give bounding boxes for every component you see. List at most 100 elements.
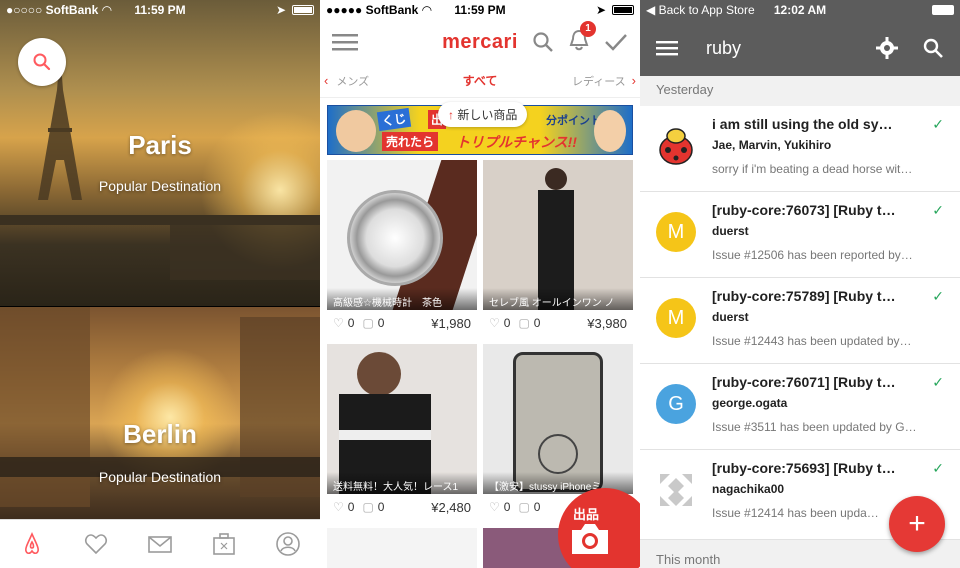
section-header: Yesterday xyxy=(640,76,960,106)
comment-count: 0 xyxy=(533,500,541,514)
like-count: 0 xyxy=(347,316,355,330)
banner-person-image xyxy=(594,110,626,152)
new-items-label: 新しい商品 xyxy=(457,108,518,122)
profile-icon[interactable] xyxy=(275,531,301,557)
mail-sender: george.ogata xyxy=(712,396,788,410)
mail-subject: [ruby-core:75693] [Ruby t… xyxy=(712,460,896,476)
listing-card[interactable]: 高級感☆機械時計 茶色 ♡ 0 ▢ 0 ¥1,980 xyxy=(327,160,477,336)
listing-card[interactable]: 送料無料！大人気！レース1 ♡ 0 ▢ 0 ¥2,480 xyxy=(327,344,477,520)
mail-subject: i am still using the old sy… xyxy=(712,116,893,132)
destination-title: Paris xyxy=(128,130,192,160)
search-icon[interactable] xyxy=(532,31,554,53)
done-check-icon[interactable]: ✓ xyxy=(932,460,944,477)
comment-icon[interactable]: ▢ xyxy=(362,316,373,330)
mail-sender: nagachika00 xyxy=(712,482,785,496)
listing-meta: ♡ 0 ▢ 0 ¥3,980 xyxy=(483,310,633,336)
listing-image: 送料無料！大人気！レース1 xyxy=(327,344,477,494)
heart-icon[interactable]: ♡ xyxy=(333,500,344,514)
status-time: 11:59 PM xyxy=(134,3,186,17)
mail-sender: duerst xyxy=(712,224,749,238)
tab-bar xyxy=(0,519,320,568)
category-tabs: ‹ メンズ すべて レディース › xyxy=(320,64,640,98)
comment-icon[interactable]: ▢ xyxy=(518,316,529,330)
like-count: 0 xyxy=(347,500,355,514)
listing-price: ¥3,980 xyxy=(587,315,627,331)
mail-snippet: Issue #3511 has been updated by G… xyxy=(712,420,917,434)
mail-item[interactable]: i am still using the old sy… Jae, Marvin… xyxy=(640,106,960,192)
mail-item[interactable]: M [ruby-core:76073] [Ruby t… duerst Issu… xyxy=(640,192,960,278)
mail-snippet: sorry if i'm beating a dead horse wit… xyxy=(712,162,913,176)
heart-icon[interactable]: ♡ xyxy=(489,500,500,514)
avatar xyxy=(656,470,696,510)
battery-icon xyxy=(612,5,634,15)
heart-icon[interactable]: ♡ xyxy=(489,316,500,330)
gear-icon[interactable] xyxy=(876,37,898,59)
listing-card[interactable]: セレブ風 オールインワン ノ ♡ 0 ▢ 0 ¥3,980 xyxy=(483,160,633,336)
suitcase-icon[interactable] xyxy=(211,531,237,557)
banner-person-image xyxy=(336,110,376,152)
banner-text: トリプルチャンス!! xyxy=(456,134,577,150)
comment-count: 0 xyxy=(533,316,541,330)
listing-caption: 送料無料！大人気！レース1 xyxy=(327,472,477,494)
destination-card-berlin[interactable]: Berlin Popular Destination xyxy=(0,307,320,519)
search-icon xyxy=(33,53,51,71)
sell-label: 出品 xyxy=(572,507,599,522)
banner-text: くじ xyxy=(376,107,412,132)
mail-item[interactable]: M [ruby-core:75789] [Ruby t… duerst Issu… xyxy=(640,278,960,364)
heart-icon[interactable] xyxy=(83,531,109,557)
done-check-icon[interactable]: ✓ xyxy=(932,288,944,305)
notification-button[interactable]: 1 xyxy=(568,20,596,56)
comment-count: 0 xyxy=(377,500,385,514)
like-count: 0 xyxy=(503,316,511,330)
listing-image: セレブ風 オールインワン ノ xyxy=(483,160,633,310)
banner-text: 分ポイント xyxy=(546,115,601,127)
mail-icon[interactable] xyxy=(147,531,173,557)
identicon-avatar-icon xyxy=(660,474,692,506)
mercari-screen: ●●●●● SoftBank ◠ 11:59 PM ➤ mercari 1 ‹ … xyxy=(320,0,640,568)
comment-icon[interactable]: ▢ xyxy=(362,500,373,514)
destination-subtitle: Popular Destination xyxy=(98,178,222,194)
done-check-icon[interactable]: ✓ xyxy=(932,202,944,219)
compose-button[interactable]: + xyxy=(889,496,945,552)
search-icon[interactable] xyxy=(922,37,944,59)
mail-subject: [ruby-core:76073] [Ruby t… xyxy=(712,202,896,218)
done-check-icon[interactable]: ✓ xyxy=(932,116,944,133)
avatar: M xyxy=(656,298,696,338)
home-icon[interactable] xyxy=(19,531,45,557)
banner-text: 売れたら xyxy=(382,132,439,151)
new-items-button[interactable]: ↑ 新しい商品 xyxy=(438,102,528,127)
listing-price: ¥1,980 xyxy=(431,315,471,331)
heart-icon[interactable]: ♡ xyxy=(333,316,344,330)
menu-icon[interactable] xyxy=(656,39,678,57)
mail-sender: duerst xyxy=(712,310,749,324)
avatar: M xyxy=(656,212,696,252)
comment-icon[interactable]: ▢ xyxy=(518,500,529,514)
done-check-icon[interactable]: ✓ xyxy=(932,374,944,391)
tab-all[interactable]: すべて xyxy=(320,72,640,89)
mail-item[interactable]: G [ruby-core:76071] [Ruby t… george.ogat… xyxy=(640,364,960,450)
camera-icon xyxy=(572,524,608,554)
destination-subtitle: Popular Destination xyxy=(98,469,222,485)
mail-subject: [ruby-core:76071] [Ruby t… xyxy=(712,374,896,390)
inbox-screen: ◀ Back to App Store 12:02 AM ruby Yester… xyxy=(640,0,960,568)
mail-snippet: Issue #12443 has been updated by… xyxy=(712,334,912,348)
listing-image: 高級感☆機械時計 茶色 xyxy=(327,160,477,310)
battery-icon xyxy=(932,5,954,15)
listing-card[interactable] xyxy=(327,528,477,568)
destination-title: Berlin xyxy=(123,419,197,449)
battery-icon xyxy=(292,5,314,15)
listing-price: ¥2,480 xyxy=(431,499,471,515)
like-count: 0 xyxy=(503,500,511,514)
status-bar: ●●●●● SoftBank ◠ 11:59 PM ➤ xyxy=(320,0,640,20)
comment-count: 0 xyxy=(377,316,385,330)
app-header: mercari 1 xyxy=(320,20,640,64)
listing-image: 【激安】stussy iPhoneミ xyxy=(483,344,633,494)
status-bar: ●○○○○ SoftBank ◠ 11:59 PM ➤ xyxy=(0,0,320,20)
search-button[interactable] xyxy=(18,38,66,86)
arrow-up-icon: ↑ xyxy=(448,108,454,122)
status-bar: ◀ Back to App Store 12:02 AM xyxy=(640,0,960,20)
app-header: ruby xyxy=(640,20,960,76)
checkmark-icon[interactable] xyxy=(604,31,628,53)
listing-caption: セレブ風 オールインワン ノ xyxy=(483,288,633,310)
mail-subject: [ruby-core:75789] [Ruby t… xyxy=(712,288,896,304)
